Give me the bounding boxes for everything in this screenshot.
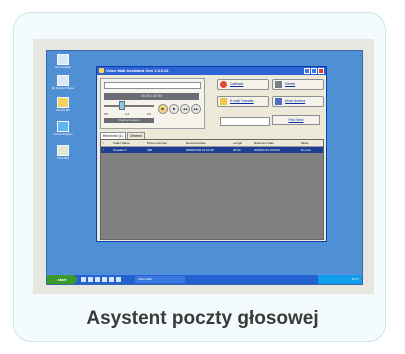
cell-retention-date: 2009/01/10 0:00:00 bbox=[254, 148, 280, 152]
speed-mark: 2.0 bbox=[147, 112, 152, 116]
minimize-button[interactable] bbox=[304, 68, 310, 74]
column-header-received-date[interactable]: Received Date bbox=[186, 140, 206, 146]
table-header: ! Caller Name Phone Number Received Date… bbox=[101, 140, 323, 147]
taskbar-voicemail-button[interactable]: Voice Mail bbox=[135, 276, 185, 283]
internet-explorer-icon bbox=[57, 121, 69, 132]
column-header-retention-date[interactable]: Retention Date bbox=[254, 140, 274, 146]
maximize-button[interactable] bbox=[311, 68, 317, 74]
screenshot-frame: My Computer My Network Places Recycle Bi… bbox=[33, 39, 374, 294]
desktop-icon-voicemail[interactable]: Voice Mail bbox=[51, 145, 75, 160]
desktop-icon-recycle-bin[interactable]: Recycle Bin bbox=[51, 97, 75, 112]
tab-deleted[interactable]: Deleted bbox=[127, 132, 146, 139]
computer-icon bbox=[57, 54, 69, 65]
forward-button[interactable]: ▶▶ bbox=[191, 104, 201, 114]
caption: Asystent poczty głosowej bbox=[86, 308, 319, 329]
desktop-icon-network[interactable]: My Network Places bbox=[51, 75, 75, 90]
voicemail-window: Voice Mail Assistant Gen 1.0.0.61 00:00 … bbox=[96, 66, 327, 242]
column-header-length[interactable]: Length bbox=[233, 140, 242, 146]
quick-launch-icon[interactable] bbox=[109, 277, 114, 282]
system-tray: 10:47 bbox=[318, 275, 362, 284]
column-header-priority[interactable]: ! bbox=[103, 140, 104, 146]
forward-icon: ▶▶ bbox=[193, 107, 199, 111]
find-input[interactable] bbox=[220, 117, 270, 126]
callback-label: Callback bbox=[230, 82, 244, 86]
cell-phone-number: 298 bbox=[147, 148, 153, 152]
desktop-icon-label: My Computer bbox=[55, 66, 71, 69]
find-next-button[interactable]: Find Next bbox=[272, 115, 320, 125]
cell-length: 00:03 bbox=[233, 148, 241, 152]
column-header-caller-name[interactable]: Caller Name bbox=[113, 140, 130, 146]
callback-button[interactable]: Callback bbox=[217, 79, 269, 90]
delete-label: Delete bbox=[285, 82, 296, 86]
cell-caller-name: Nowaka K bbox=[113, 148, 127, 152]
column-header-mode[interactable]: Mode bbox=[301, 140, 309, 146]
speed-mark: 0.5 bbox=[104, 112, 109, 116]
table-row[interactable]: ! Nowaka K 298 2009/01/06 10:21:08 00:03… bbox=[101, 147, 323, 153]
quick-launch-icon[interactable] bbox=[88, 277, 93, 282]
cell-received-date: 2009/01/06 10:21:08 bbox=[186, 148, 214, 152]
email-transfer-button[interactable]: E-mail Transfer bbox=[217, 96, 269, 107]
delete-button[interactable]: Delete bbox=[272, 79, 324, 90]
desktop: My Computer My Network Places Recycle Bi… bbox=[46, 50, 363, 285]
speed-label: Playback speed bbox=[104, 118, 154, 123]
network-icon bbox=[57, 75, 69, 86]
more-actions-icon bbox=[275, 98, 282, 105]
quick-launch-icon[interactable] bbox=[102, 277, 107, 282]
play-icon: ▶ bbox=[161, 106, 165, 111]
more-actions-button[interactable]: More Actions bbox=[272, 96, 324, 107]
more-actions-label: More Actions bbox=[285, 99, 306, 103]
player-panel: 00:00 / 00:00 0.5 1.0 2.0 Playback speed… bbox=[100, 78, 205, 129]
delete-icon bbox=[275, 81, 282, 88]
play-button[interactable]: ▶ bbox=[158, 104, 168, 114]
speed-slider-knob[interactable] bbox=[119, 101, 125, 110]
taskbar: start Voice Mail 10:47 bbox=[47, 274, 362, 284]
playback-position-track[interactable] bbox=[104, 82, 201, 89]
quick-launch-icon[interactable] bbox=[116, 277, 121, 282]
column-header-phone-number[interactable]: Phone Number bbox=[147, 140, 167, 146]
phone-icon bbox=[220, 81, 227, 88]
desktop-icon-label: My Network Places bbox=[51, 87, 75, 90]
desktop-icon-label: Internet Explorer bbox=[53, 133, 73, 136]
clock: 10:47 bbox=[351, 277, 359, 281]
speed-mark: 1.0 bbox=[125, 112, 130, 116]
desktop-icon-label: Recycle Bin bbox=[56, 109, 70, 112]
window-titlebar[interactable]: Voice Mail Assistant Gen 1.0.0.61 bbox=[97, 67, 326, 75]
speed-slider[interactable] bbox=[104, 105, 154, 107]
desktop-icon-my-computer[interactable]: My Computer bbox=[51, 54, 75, 69]
quick-launch-icon[interactable] bbox=[95, 277, 100, 282]
start-button[interactable]: start bbox=[47, 275, 77, 284]
tab-received[interactable]: Received (1) bbox=[100, 132, 126, 139]
rewind-icon: ◀◀ bbox=[182, 107, 188, 111]
envelope-icon bbox=[220, 98, 227, 105]
messages-table: ! Caller Name Phone Number Received Date… bbox=[100, 139, 324, 240]
quick-launch-icon[interactable] bbox=[81, 277, 86, 282]
rewind-button[interactable]: ◀◀ bbox=[180, 104, 190, 114]
time-display: 00:00 / 00:00 bbox=[104, 93, 199, 100]
cell-mode: Normal bbox=[301, 148, 311, 152]
desktop-icon-label: Voice Mail bbox=[57, 157, 69, 160]
desktop-icon-internet-explorer[interactable]: Internet Explorer bbox=[51, 121, 75, 136]
app-icon bbox=[99, 68, 104, 73]
recycle-bin-icon bbox=[57, 97, 69, 108]
email-transfer-label: E-mail Transfer bbox=[230, 99, 254, 103]
close-button[interactable] bbox=[318, 68, 324, 74]
stop-icon: ■ bbox=[172, 106, 176, 111]
voicemail-icon bbox=[57, 145, 69, 156]
window-title: Voice Mail Assistant Gen 1.0.0.61 bbox=[106, 68, 169, 73]
cell-priority: ! bbox=[103, 148, 104, 152]
stop-button[interactable]: ■ bbox=[169, 104, 179, 114]
